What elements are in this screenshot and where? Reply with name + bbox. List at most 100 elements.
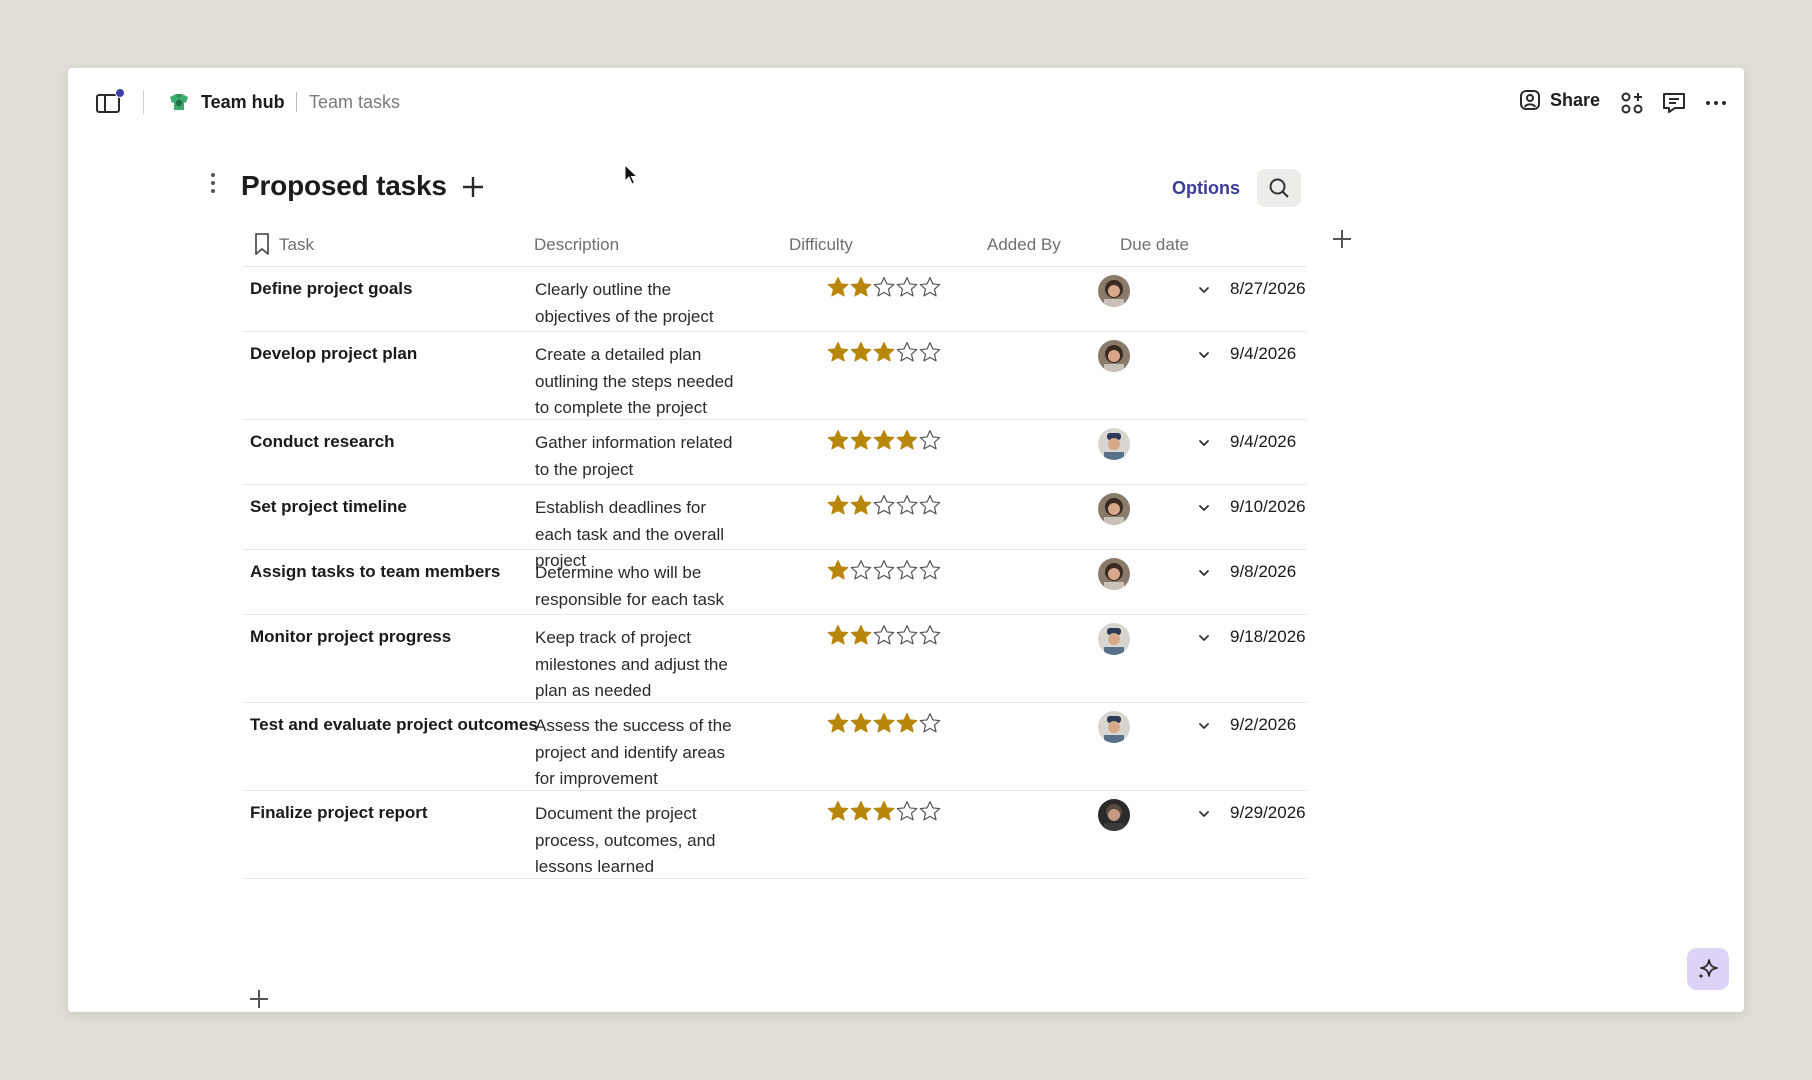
added-by-avatar[interactable] [1098,428,1130,460]
task-description[interactable]: Keep track of project milestones and adj… [535,625,747,705]
star-filled-icon[interactable] [850,800,872,822]
chevron-down-icon[interactable] [1195,281,1213,299]
star-filled-icon[interactable] [873,712,895,734]
column-header-difficulty[interactable]: Difficulty [789,235,853,255]
add-row-icon[interactable] [248,988,270,1010]
added-by-avatar[interactable] [1098,275,1130,307]
star-filled-icon[interactable] [850,494,872,516]
star-filled-icon[interactable] [850,429,872,451]
add-widget-icon[interactable] [1619,90,1645,116]
difficulty-rating[interactable] [827,341,941,363]
star-empty-icon[interactable] [873,494,895,516]
drag-handle-icon[interactable] [209,172,217,194]
options-button[interactable]: Options [1172,178,1240,199]
star-empty-icon[interactable] [896,276,918,298]
due-date[interactable]: 9/2/2026 [1230,715,1296,735]
star-empty-icon[interactable] [896,559,918,581]
task-description[interactable]: Determine who will be responsible for ea… [535,560,747,613]
task-name[interactable]: Monitor project progress [250,627,451,647]
ai-assistant-button[interactable] [1687,948,1729,990]
table-row[interactable]: Monitor project progress Keep track of pr… [243,615,1307,703]
chevron-down-icon[interactable] [1195,346,1213,364]
star-filled-icon[interactable] [827,429,849,451]
task-name[interactable]: Define project goals [250,279,412,299]
table-row[interactable]: Conduct research Gather information relat… [243,420,1307,485]
star-empty-icon[interactable] [919,624,941,646]
star-filled-icon[interactable] [850,276,872,298]
task-description[interactable]: Create a detailed plan outlining the ste… [535,342,747,422]
due-date[interactable]: 9/4/2026 [1230,432,1296,452]
difficulty-rating[interactable] [827,800,941,822]
star-empty-icon[interactable] [896,800,918,822]
due-date[interactable]: 9/4/2026 [1230,344,1296,364]
star-empty-icon[interactable] [896,494,918,516]
star-filled-icon[interactable] [850,712,872,734]
added-by-avatar[interactable] [1098,711,1130,743]
column-header-task[interactable]: Task [279,235,314,255]
difficulty-rating[interactable] [827,276,941,298]
table-row[interactable]: Assign tasks to team members Determine wh… [243,550,1307,615]
star-empty-icon[interactable] [850,559,872,581]
star-filled-icon[interactable] [827,712,849,734]
added-by-avatar[interactable] [1098,558,1130,590]
task-description[interactable]: Gather information related to the projec… [535,430,747,483]
task-description[interactable]: Assess the success of the project and id… [535,713,747,793]
added-by-avatar[interactable] [1098,623,1130,655]
chevron-down-icon[interactable] [1195,499,1213,517]
added-by-avatar[interactable] [1098,799,1130,831]
more-icon[interactable] [1703,90,1729,116]
task-name[interactable]: Conduct research [250,432,395,452]
chevron-down-icon[interactable] [1195,717,1213,735]
task-name[interactable]: Finalize project report [250,803,428,823]
difficulty-rating[interactable] [827,559,941,581]
star-filled-icon[interactable] [827,276,849,298]
star-filled-icon[interactable] [850,341,872,363]
star-filled-icon[interactable] [896,712,918,734]
comment-icon[interactable] [1661,90,1687,116]
share-button[interactable]: Share [1518,88,1600,112]
star-filled-icon[interactable] [827,559,849,581]
difficulty-rating[interactable] [827,624,941,646]
column-header-description[interactable]: Description [534,235,619,255]
star-filled-icon[interactable] [896,429,918,451]
column-header-added-by[interactable]: Added By [987,235,1061,255]
task-description[interactable]: Document the project process, outcomes, … [535,801,747,881]
star-empty-icon[interactable] [896,341,918,363]
chevron-down-icon[interactable] [1195,805,1213,823]
star-empty-icon[interactable] [873,559,895,581]
task-name[interactable]: Set project timeline [250,497,407,517]
difficulty-rating[interactable] [827,712,941,734]
star-empty-icon[interactable] [896,624,918,646]
star-empty-icon[interactable] [919,341,941,363]
star-filled-icon[interactable] [850,624,872,646]
star-filled-icon[interactable] [827,800,849,822]
star-empty-icon[interactable] [873,624,895,646]
search-button[interactable] [1257,169,1301,207]
difficulty-rating[interactable] [827,494,941,516]
star-filled-icon[interactable] [827,341,849,363]
chevron-down-icon[interactable] [1195,434,1213,452]
add-column-icon[interactable] [1330,227,1354,251]
star-filled-icon[interactable] [827,494,849,516]
task-description[interactable]: Clearly outline the objectives of the pr… [535,277,747,330]
star-empty-icon[interactable] [919,494,941,516]
due-date[interactable]: 9/29/2026 [1230,803,1306,823]
breadcrumb-page[interactable]: Team tasks [309,92,400,113]
due-date[interactable]: 8/27/2026 [1230,279,1306,299]
star-empty-icon[interactable] [919,712,941,734]
chevron-down-icon[interactable] [1195,564,1213,582]
added-by-avatar[interactable] [1098,340,1130,372]
star-filled-icon[interactable] [873,429,895,451]
due-date[interactable]: 9/8/2026 [1230,562,1296,582]
table-row[interactable]: Set project timeline Establish deadlines … [243,485,1307,570]
breadcrumb-hub[interactable]: Team hub [201,92,285,113]
task-name[interactable]: Test and evaluate project outcomes [250,715,538,735]
table-row[interactable]: Develop project plan Create a detailed pl… [243,332,1307,420]
star-filled-icon[interactable] [873,800,895,822]
table-row[interactable]: Test and evaluate project outcomes Assess… [243,703,1307,791]
star-filled-icon[interactable] [827,624,849,646]
due-date[interactable]: 9/10/2026 [1230,497,1306,517]
star-empty-icon[interactable] [919,429,941,451]
due-date[interactable]: 9/18/2026 [1230,627,1306,647]
star-empty-icon[interactable] [919,559,941,581]
